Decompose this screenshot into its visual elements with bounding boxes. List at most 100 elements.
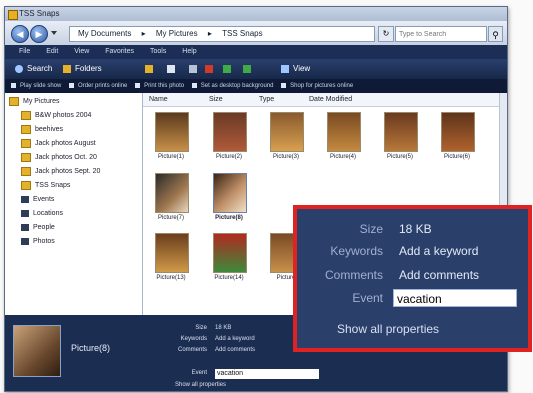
recent-pages-dropdown-icon[interactable]	[51, 31, 57, 35]
nav-item-label: TSS Snaps	[35, 182, 71, 189]
back-arrow-icon[interactable]: ◀	[11, 25, 29, 43]
task-order-prints[interactable]: Order prints online	[78, 83, 127, 89]
nav-item-folder[interactable]: Jack photos Oct. 20	[21, 151, 156, 165]
rotate-right-icon[interactable]	[243, 65, 251, 73]
task-shop[interactable]: Shop for pictures online	[290, 83, 353, 89]
selected-file-name: Picture(8)	[71, 343, 111, 353]
tag-icon	[21, 209, 29, 217]
menu-tools[interactable]: Tools	[150, 48, 166, 55]
nav-item-events[interactable]: Events	[21, 193, 156, 207]
menu-file[interactable]: File	[19, 48, 30, 55]
column-header-date[interactable]: Date Modified	[309, 93, 352, 106]
search-button[interactable]: Search	[27, 59, 52, 79]
nav-item-locations[interactable]: Locations	[21, 207, 156, 221]
view-icon	[281, 65, 289, 73]
photo-thumbnail[interactable]	[155, 112, 189, 152]
breadcrumb-item[interactable]: TSS Snaps	[222, 29, 262, 38]
refresh-icon[interactable]: ↻	[378, 26, 394, 42]
nav-item-folder[interactable]: Jack photos August	[21, 137, 156, 151]
photo-thumbnail[interactable]	[213, 233, 247, 273]
breadcrumb-item[interactable]: My Documents	[78, 29, 131, 38]
photo-thumbnail[interactable]	[384, 112, 418, 152]
copy-icon[interactable]	[167, 65, 175, 73]
rotate-left-icon[interactable]	[223, 65, 231, 73]
move-icon[interactable]	[189, 65, 197, 73]
detail-value-keywords[interactable]: Add a keyword	[215, 336, 255, 342]
nav-item-label: My Pictures	[23, 98, 60, 105]
column-header-type[interactable]: Type	[259, 93, 274, 106]
thumbnail-caption: Picture(4)	[329, 154, 356, 160]
nav-item-label: Jack photos Oct. 20	[35, 154, 97, 161]
search-icon[interactable]: ⚲	[488, 26, 503, 42]
menu-view[interactable]: View	[74, 48, 89, 55]
menu-favorites[interactable]: Favorites	[105, 48, 134, 55]
nav-item-photos[interactable]: Photos	[21, 235, 156, 249]
folders-icon	[63, 65, 71, 73]
search-input[interactable]	[395, 26, 487, 42]
detail-label-keywords: Keywords	[180, 336, 207, 342]
folder-icon	[21, 110, 31, 120]
photo-thumbnail[interactable]	[155, 173, 189, 213]
nav-item-label: B&W photos 2004	[35, 112, 92, 119]
menu-help[interactable]: Help	[182, 48, 196, 55]
callout-add-keyword[interactable]: Add a keyword	[399, 244, 478, 258]
callout-label-size: Size	[359, 222, 383, 236]
nav-item-folder[interactable]: B&W photos 2004	[21, 109, 156, 123]
nav-item-folder[interactable]: Jack photos Sept. 20	[21, 165, 156, 179]
thumbnail-caption: Picture(7)	[157, 215, 184, 221]
column-header-name[interactable]: Name	[149, 93, 168, 106]
photo-thumbnail[interactable]	[155, 233, 189, 273]
callout-label-event: Event	[352, 291, 383, 305]
task-desktop-bg[interactable]: Set as desktop background	[201, 83, 274, 89]
event-field[interactable]: vacation	[215, 369, 319, 379]
callout-label-comments: Comments	[324, 268, 383, 282]
delete-icon[interactable]	[205, 65, 213, 73]
thumbnail-caption: Picture(2)	[215, 154, 242, 160]
task-print[interactable]: Print this photo	[144, 83, 184, 89]
photo-thumbnail[interactable]	[327, 112, 361, 152]
breadcrumb[interactable]: My Documents ▸ My Pictures ▸ TSS Snaps	[69, 26, 375, 42]
detail-label-comments: Comments	[177, 347, 207, 353]
folders-button[interactable]: Folders	[75, 59, 102, 79]
callout-event-input[interactable]: vacation	[393, 289, 517, 307]
photo-thumbnail-selected[interactable]	[213, 173, 247, 213]
folder-icon	[21, 124, 31, 134]
title-bar: TSS Snaps	[5, 7, 507, 21]
address-bar: ◀ ▶ My Documents ▸ My Pictures ▸ TSS Sna…	[5, 21, 507, 45]
forward-arrow-icon[interactable]: ▶	[30, 25, 48, 43]
photo-thumbnail[interactable]	[441, 112, 475, 152]
detail-value-comments[interactable]: Add comments	[215, 347, 255, 353]
picture-tasks-bar: Play slide show Order prints online Prin…	[5, 79, 507, 93]
view-button[interactable]: View	[293, 59, 310, 79]
column-header-size[interactable]: Size	[209, 93, 223, 106]
prints-icon	[69, 82, 75, 88]
menu-edit[interactable]: Edit	[46, 48, 58, 55]
desktop-icon	[191, 82, 197, 88]
callout-add-comments[interactable]: Add comments	[399, 268, 479, 282]
folder-app-icon	[8, 10, 18, 20]
nav-item-label: Locations	[33, 210, 63, 217]
shop-icon	[281, 82, 287, 88]
thumbnail-caption: Picture(6)	[443, 154, 470, 160]
thumbnail-caption: Picture(1)	[157, 154, 184, 160]
thumbnail-caption: Picture(8)	[215, 215, 243, 221]
folder-icon	[21, 180, 31, 190]
callout-label-keywords: Keywords	[330, 244, 383, 258]
photo-thumbnail[interactable]	[213, 112, 247, 152]
callout-show-all-properties[interactable]: Show all properties	[337, 322, 439, 336]
tag-icon	[21, 237, 29, 245]
callout-panel: Size 18 KB Keywords Add a keyword Commen…	[293, 205, 532, 352]
nav-item-people[interactable]: People	[21, 221, 156, 235]
nav-item-folder[interactable]: beehives	[21, 123, 156, 137]
show-all-properties-link[interactable]: Show all properties	[175, 382, 226, 388]
breadcrumb-item[interactable]: My Pictures	[156, 29, 198, 38]
nav-item-my-pictures[interactable]: My Pictures	[9, 95, 144, 109]
up-folder-icon[interactable]	[145, 65, 153, 73]
nav-item-label: beehives	[35, 126, 64, 133]
folder-icon	[21, 166, 31, 176]
photo-thumbnail[interactable]	[270, 112, 304, 152]
nav-item-label: Jack photos August	[35, 140, 96, 147]
nav-item-label: Photos	[33, 238, 55, 245]
nav-item-folder[interactable]: TSS Snaps	[21, 179, 156, 193]
task-slideshow[interactable]: Play slide show	[20, 83, 61, 89]
